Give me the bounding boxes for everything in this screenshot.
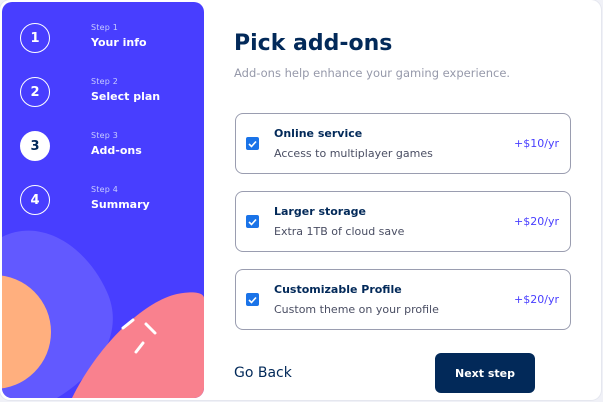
step-1-number: 1 — [20, 23, 50, 53]
step-4-label: Step 4 — [91, 185, 119, 194]
step-3-number: 3 — [20, 131, 50, 161]
step-1-label: Step 1 — [91, 23, 119, 32]
addon-name: Customizable Profile — [274, 283, 402, 296]
addon-customizable-profile-checkbox[interactable] — [246, 293, 259, 306]
addon-name: Larger storage — [274, 205, 366, 218]
addon-price: +$10/yr — [514, 137, 559, 150]
step-1[interactable]: 1 Step 1 Your info — [20, 23, 200, 57]
step-2-number: 2 — [20, 77, 50, 107]
go-back-link[interactable]: Go Back — [234, 365, 292, 381]
sidebar: 1 Step 1 Your info 2 Step 2 Select plan … — [2, 2, 204, 398]
step-3[interactable]: 3 Step 3 Add-ons — [20, 131, 200, 165]
step-4[interactable]: 4 Step 4 Summary — [20, 185, 200, 219]
addon-online-service-checkbox[interactable] — [246, 137, 259, 150]
addon-name: Online service — [274, 127, 363, 140]
form-card: 1 Step 1 Your info 2 Step 2 Select plan … — [0, 0, 601, 400]
addon-larger-storage-checkbox[interactable] — [246, 215, 259, 228]
addon-online-service[interactable]: Online service Access to multiplayer gam… — [235, 113, 571, 174]
step-2-label: Step 2 — [91, 77, 119, 86]
check-icon — [248, 296, 257, 304]
addon-description: Custom theme on your profile — [274, 303, 439, 316]
check-icon — [248, 140, 257, 148]
step-1-title: Your info — [91, 36, 147, 49]
addon-price: +$20/yr — [514, 215, 559, 228]
check-icon — [248, 218, 257, 226]
addon-price: +$20/yr — [514, 293, 559, 306]
step-4-number: 4 — [20, 185, 50, 215]
addon-description: Extra 1TB of cloud save — [274, 225, 405, 238]
step-2-title: Select plan — [91, 90, 161, 103]
addon-description: Access to multiplayer games — [274, 147, 433, 160]
step-3-title: Add-ons — [91, 144, 142, 157]
addon-customizable-profile[interactable]: Customizable Profile Custom theme on you… — [235, 269, 571, 330]
addon-larger-storage[interactable]: Larger storage Extra 1TB of cloud save +… — [235, 191, 571, 252]
step-4-title: Summary — [91, 198, 150, 211]
page-subtitle: Add-ons help enhance your gaming experie… — [234, 66, 511, 80]
next-step-button[interactable]: Next step — [435, 353, 535, 393]
page-title: Pick add-ons — [234, 31, 393, 56]
step-3-label: Step 3 — [91, 131, 119, 140]
step-2[interactable]: 2 Step 2 Select plan — [20, 77, 200, 111]
